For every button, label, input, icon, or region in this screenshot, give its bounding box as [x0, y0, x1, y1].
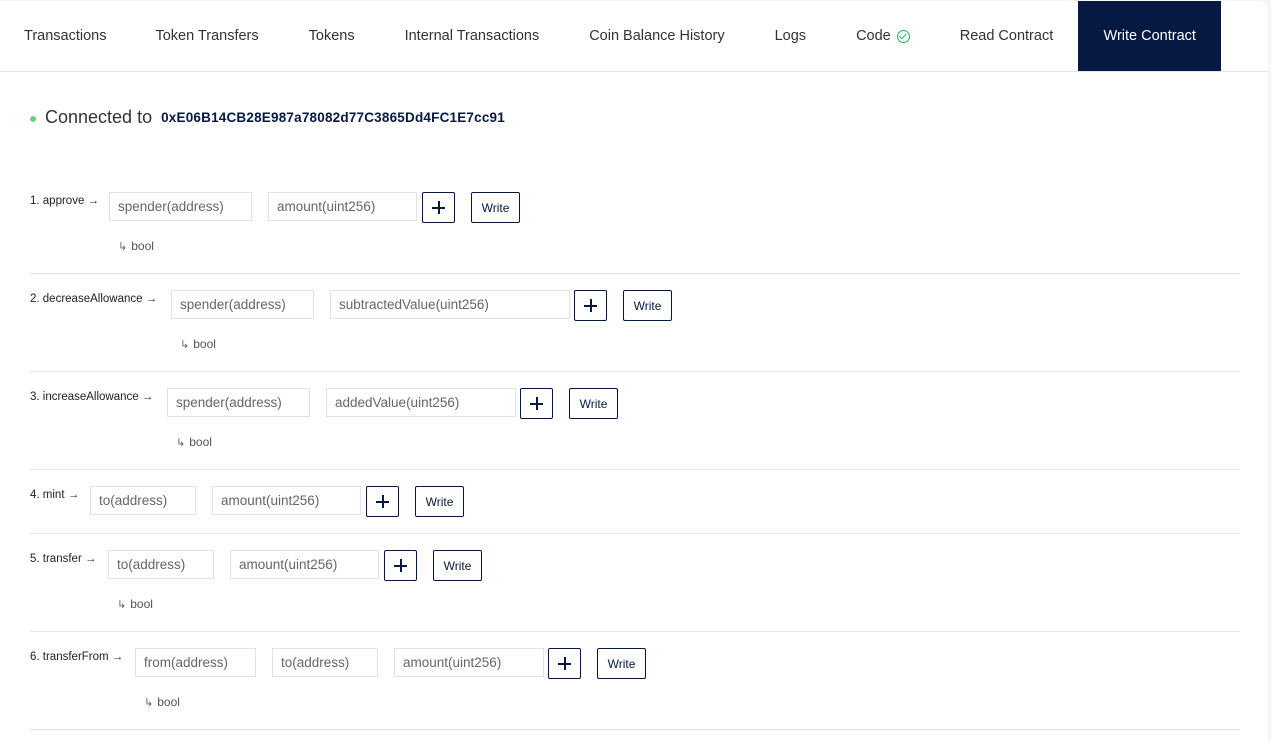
- method-mint: 4. mint → to(address) amount(uint256) Wr…: [30, 486, 1240, 534]
- amount-input[interactable]: amount(uint256): [212, 486, 361, 515]
- method-label: 4. mint →: [30, 489, 80, 501]
- add-value-button[interactable]: [384, 550, 417, 581]
- tab-internal-transactions[interactable]: Internal Transactions: [380, 1, 565, 71]
- tab-label: Tokens: [308, 28, 355, 44]
- tab-label: Internal Transactions: [404, 28, 540, 44]
- return-type: ↳ bool: [118, 239, 154, 253]
- add-value-button[interactable]: [548, 648, 581, 679]
- connected-dot-icon: [30, 116, 36, 122]
- return-type: ↳ bool: [180, 337, 216, 351]
- amount-input[interactable]: amount(uint256): [394, 648, 544, 677]
- return-type-label: bool: [189, 435, 212, 449]
- return-type: ↳ bool: [117, 597, 153, 611]
- add-value-button[interactable]: [422, 192, 455, 223]
- plus-icon: [558, 657, 571, 670]
- write-button[interactable]: Write: [597, 648, 646, 679]
- subtracted-value-input[interactable]: subtractedValue(uint256): [330, 290, 570, 319]
- return-arrow-icon: ↳: [144, 697, 154, 709]
- return-type-label: bool: [131, 239, 154, 253]
- write-button[interactable]: Write: [433, 550, 482, 581]
- return-type: ↳ bool: [176, 435, 212, 449]
- connected-address[interactable]: 0xE06B14CB28E987a78082d77C3865Dd4FC1E7cc…: [161, 110, 505, 125]
- method-transfer-from: 6. transferFrom → from(address) to(addre…: [30, 648, 1240, 730]
- tab-tokens[interactable]: Tokens: [284, 1, 380, 71]
- return-type-label: bool: [157, 695, 180, 709]
- method-approve: 1. approve → spender(address) amount(uin…: [30, 192, 1240, 274]
- tab-label: Logs: [774, 28, 807, 44]
- method-decrease-allowance: 2. decreaseAllowance → spender(address) …: [30, 290, 1240, 372]
- write-button[interactable]: Write: [623, 290, 672, 321]
- write-button[interactable]: Write: [569, 388, 618, 419]
- amount-input[interactable]: amount(uint256): [268, 192, 417, 221]
- add-value-button[interactable]: [574, 290, 607, 321]
- add-value-button[interactable]: [366, 486, 399, 517]
- tab-label: Read Contract: [959, 28, 1054, 44]
- method-transfer: 5. transfer → to(address) amount(uint256…: [30, 550, 1240, 632]
- plus-icon: [394, 559, 407, 572]
- tab-label: Token Transfers: [155, 28, 259, 44]
- method-label: 6. transferFrom →: [30, 651, 124, 663]
- tab-label: Write Contract: [1103, 28, 1196, 44]
- return-type-label: bool: [193, 337, 216, 351]
- tab-code[interactable]: Code: [831, 1, 935, 71]
- return-type: ↳ bool: [144, 695, 180, 709]
- return-arrow-icon: ↳: [176, 437, 186, 449]
- to-input[interactable]: to(address): [108, 550, 214, 579]
- return-arrow-icon: ↳: [118, 241, 128, 253]
- method-label: 3. increaseAllowance →: [30, 391, 154, 403]
- tab-read-contract[interactable]: Read Contract: [935, 1, 1079, 71]
- method-label: 5. transfer →: [30, 553, 97, 565]
- method-label: 2. decreaseAllowance →: [30, 293, 158, 305]
- spender-input[interactable]: spender(address): [171, 290, 314, 319]
- tab-write-contract[interactable]: Write Contract: [1078, 1, 1222, 71]
- plus-icon: [584, 299, 597, 312]
- write-button[interactable]: Write: [471, 192, 520, 223]
- contract-card: Transactions Token Transfers Tokens Inte…: [0, 1, 1268, 741]
- connection-status: Connected to 0xE06B14CB28E987a78082d77C3…: [30, 107, 505, 128]
- method-label: 1. approve →: [30, 195, 100, 207]
- add-value-button[interactable]: [520, 388, 553, 419]
- tab-coin-balance-history[interactable]: Coin Balance History: [564, 1, 749, 71]
- to-input[interactable]: to(address): [90, 486, 196, 515]
- amount-input[interactable]: amount(uint256): [230, 550, 379, 579]
- tab-token-transfers[interactable]: Token Transfers: [130, 1, 283, 71]
- plus-icon: [432, 201, 445, 214]
- tab-transactions[interactable]: Transactions: [0, 1, 130, 71]
- added-value-input[interactable]: addedValue(uint256): [326, 388, 516, 417]
- tab-logs[interactable]: Logs: [750, 1, 831, 71]
- to-input[interactable]: to(address): [272, 648, 378, 677]
- plus-icon: [530, 397, 543, 410]
- tab-label: Code: [856, 28, 891, 44]
- from-input[interactable]: from(address): [135, 648, 256, 677]
- write-button[interactable]: Write: [415, 486, 464, 517]
- tab-label: Coin Balance History: [589, 28, 725, 44]
- plus-icon: [376, 495, 389, 508]
- spender-input[interactable]: spender(address): [167, 388, 310, 417]
- return-arrow-icon: ↳: [180, 339, 190, 351]
- spender-input[interactable]: spender(address): [109, 192, 252, 221]
- return-type-label: bool: [130, 597, 153, 611]
- method-increase-allowance: 3. increaseAllowance → spender(address) …: [30, 388, 1240, 470]
- verified-check-icon: [896, 29, 910, 43]
- tab-bar: Transactions Token Transfers Tokens Inte…: [0, 1, 1268, 72]
- return-arrow-icon: ↳: [117, 599, 127, 611]
- connected-label: Connected to: [45, 107, 153, 127]
- tab-label: Transactions: [24, 28, 107, 44]
